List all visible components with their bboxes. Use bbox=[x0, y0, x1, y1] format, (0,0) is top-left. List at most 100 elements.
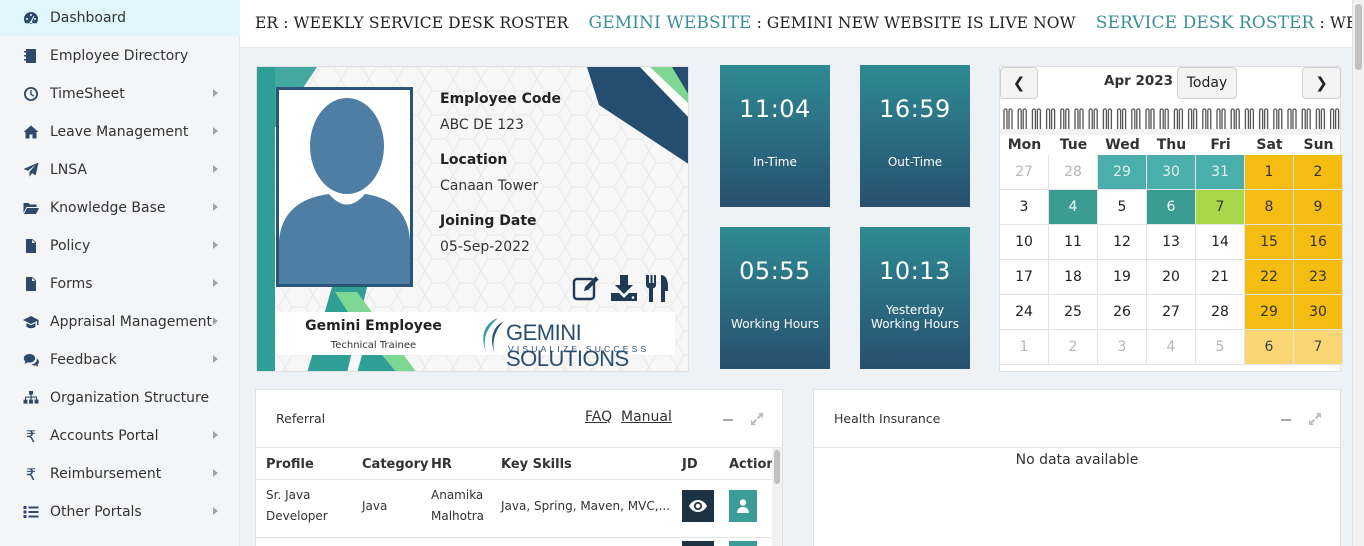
manual-link[interactable]: Manual bbox=[621, 409, 672, 425]
calendar-today-button[interactable]: Today bbox=[1177, 67, 1237, 99]
calendar-day[interactable]: 13 bbox=[1147, 225, 1196, 260]
calendar-day[interactable]: 5 bbox=[1098, 190, 1147, 225]
ticker-heading[interactable]: GEMINI WEBSITE bbox=[589, 13, 752, 33]
minimize-icon[interactable] bbox=[1281, 419, 1291, 421]
calendar-day[interactable]: 9 bbox=[1294, 190, 1343, 225]
yesterday-working-hours-tile: 10:13 Yesterday Working Hours bbox=[860, 227, 970, 369]
calendar-day[interactable]: 4 bbox=[1049, 190, 1098, 225]
out-time-tile: 16:59 Out-Time bbox=[860, 65, 970, 207]
calendar-day[interactable]: 29 bbox=[1098, 155, 1147, 190]
calendar-day[interactable]: 28 bbox=[1196, 295, 1245, 330]
calendar-day[interactable]: 30 bbox=[1147, 155, 1196, 190]
calendar-day[interactable]: 22 bbox=[1245, 260, 1294, 295]
calendar-day[interactable]: 6 bbox=[1245, 330, 1294, 365]
faq-link[interactable]: FAQ bbox=[585, 409, 612, 425]
chevron-right-icon bbox=[213, 203, 218, 211]
view-jd-button[interactable] bbox=[682, 541, 714, 546]
calendar-day[interactable]: 1 bbox=[1000, 330, 1049, 365]
calendar-day[interactable]: 11 bbox=[1049, 225, 1098, 260]
sidebar-item-employee-directory[interactable]: Employee Directory bbox=[0, 37, 240, 75]
calendar-day[interactable]: 26 bbox=[1098, 295, 1147, 330]
column-header-hr: HR bbox=[431, 457, 452, 472]
calendar-day[interactable]: 16 bbox=[1294, 225, 1343, 260]
in-time-value: 11:04 bbox=[739, 95, 811, 123]
calendar-day[interactable]: 17 bbox=[1000, 260, 1049, 295]
key-skills-cell: Java, Spring, Maven, MVC,... bbox=[501, 499, 670, 513]
calendar-day[interactable]: 25 bbox=[1049, 295, 1098, 330]
calendar-day[interactable]: 3 bbox=[1098, 330, 1147, 365]
expand-icon[interactable] bbox=[750, 412, 764, 426]
sidebar-item-accounts-portal[interactable]: ₹ Accounts Portal bbox=[0, 417, 240, 455]
divider bbox=[256, 479, 772, 480]
weekday-header: Sat bbox=[1256, 137, 1283, 153]
calendar-day[interactable]: 4 bbox=[1147, 330, 1196, 365]
calendar-day[interactable]: 20 bbox=[1147, 260, 1196, 295]
ticker-heading[interactable]: SERVICE DESK ROSTER bbox=[1096, 13, 1315, 33]
sidebar-item-knowledge-base[interactable]: Knowledge Base bbox=[0, 189, 240, 227]
page-scrollbar[interactable] bbox=[1352, 0, 1364, 546]
sidebar-item-policy[interactable]: Policy bbox=[0, 227, 240, 265]
calendar-day[interactable]: 14 bbox=[1196, 225, 1245, 260]
sidebar-item-lnsa[interactable]: LNSA bbox=[0, 151, 240, 189]
calendar-day[interactable]: 24 bbox=[1000, 295, 1049, 330]
hr-line1: Anamika bbox=[431, 488, 484, 502]
sidebar-item-reimbursement[interactable]: ₹ Reimbursement bbox=[0, 455, 240, 493]
sidebar-item-forms[interactable]: Forms bbox=[0, 265, 240, 303]
calendar-day[interactable]: 7 bbox=[1196, 190, 1245, 225]
calendar-day[interactable]: 30 bbox=[1294, 295, 1343, 330]
in-time-label: In-Time bbox=[753, 155, 797, 169]
sidebar-item-leave-management[interactable]: Leave Management bbox=[0, 113, 240, 151]
yesterday-hours-label-line2: Working Hours bbox=[871, 317, 959, 331]
minimize-icon[interactable] bbox=[723, 419, 733, 421]
calendar-day[interactable]: 5 bbox=[1196, 330, 1245, 365]
calendar-day[interactable]: 8 bbox=[1245, 190, 1294, 225]
refer-user-button[interactable] bbox=[729, 490, 757, 522]
sidebar: Dashboard Employee Directory TimeSheet L… bbox=[0, 0, 240, 546]
sidebar-item-timesheet[interactable]: TimeSheet bbox=[0, 75, 240, 113]
calendar-day[interactable]: 1 bbox=[1245, 155, 1294, 190]
download-icon[interactable] bbox=[609, 273, 639, 303]
column-header-key-skills: Key Skills bbox=[501, 457, 572, 472]
sidebar-item-organization-structure[interactable]: Organization Structure bbox=[0, 379, 240, 417]
scrollbar-thumb[interactable] bbox=[1355, 4, 1362, 70]
calendar-day[interactable]: 6 bbox=[1147, 190, 1196, 225]
sidebar-item-dashboard[interactable]: Dashboard bbox=[0, 0, 240, 36]
calendar-next-button[interactable]: ❯ bbox=[1302, 67, 1341, 99]
column-header-category: Category bbox=[362, 457, 429, 472]
calendar-day[interactable]: 31 bbox=[1196, 155, 1245, 190]
calendar-day[interactable]: 3 bbox=[1000, 190, 1049, 225]
calendar-day[interactable]: 27 bbox=[1000, 155, 1049, 190]
calendar-day[interactable]: 15 bbox=[1245, 225, 1294, 260]
calendar-day[interactable]: 2 bbox=[1049, 330, 1098, 365]
scrollbar-thumb[interactable] bbox=[774, 450, 780, 484]
expand-icon[interactable] bbox=[1308, 412, 1322, 426]
chevron-right-icon bbox=[213, 469, 218, 477]
in-time-tile: 11:04 In-Time bbox=[720, 65, 830, 207]
calendar-day[interactable]: 21 bbox=[1196, 260, 1245, 295]
logo-tagline: VISUALIZE SUCCESS bbox=[508, 344, 650, 354]
calendar-day[interactable]: 23 bbox=[1294, 260, 1343, 295]
ticker-text: : GEMINI NEW WEBSITE IS LIVE NOW bbox=[756, 14, 1076, 32]
employee-code-value: ABC DE 123 bbox=[440, 117, 524, 133]
sidebar-item-appraisal-management[interactable]: Appraisal Management bbox=[0, 303, 240, 341]
calendar-day[interactable]: 29 bbox=[1245, 295, 1294, 330]
calendar-day[interactable]: 2 bbox=[1294, 155, 1343, 190]
sidebar-item-other-portals[interactable]: Other Portals bbox=[0, 493, 240, 531]
employee-name: Gemini Employee bbox=[305, 318, 442, 334]
calendar-day[interactable]: 18 bbox=[1049, 260, 1098, 295]
location-label: Location bbox=[440, 152, 508, 168]
sidebar-item-feedback[interactable]: Feedback bbox=[0, 341, 240, 379]
refer-user-button[interactable] bbox=[729, 541, 757, 546]
calendar-day[interactable]: 28 bbox=[1049, 155, 1098, 190]
calendar-day[interactable]: 7 bbox=[1294, 330, 1343, 365]
edit-icon[interactable] bbox=[572, 273, 602, 303]
yesterday-hours-value: 10:13 bbox=[879, 257, 951, 285]
calendar-day[interactable]: 12 bbox=[1098, 225, 1147, 260]
view-jd-button[interactable] bbox=[682, 490, 714, 522]
cutlery-icon[interactable] bbox=[643, 273, 673, 303]
calendar-day[interactable]: 10 bbox=[1000, 225, 1049, 260]
calendar-prev-button[interactable]: ❮ bbox=[1000, 67, 1038, 99]
referral-table-scrollbar[interactable] bbox=[772, 448, 782, 546]
calendar-day[interactable]: 19 bbox=[1098, 260, 1147, 295]
calendar-day[interactable]: 27 bbox=[1147, 295, 1196, 330]
